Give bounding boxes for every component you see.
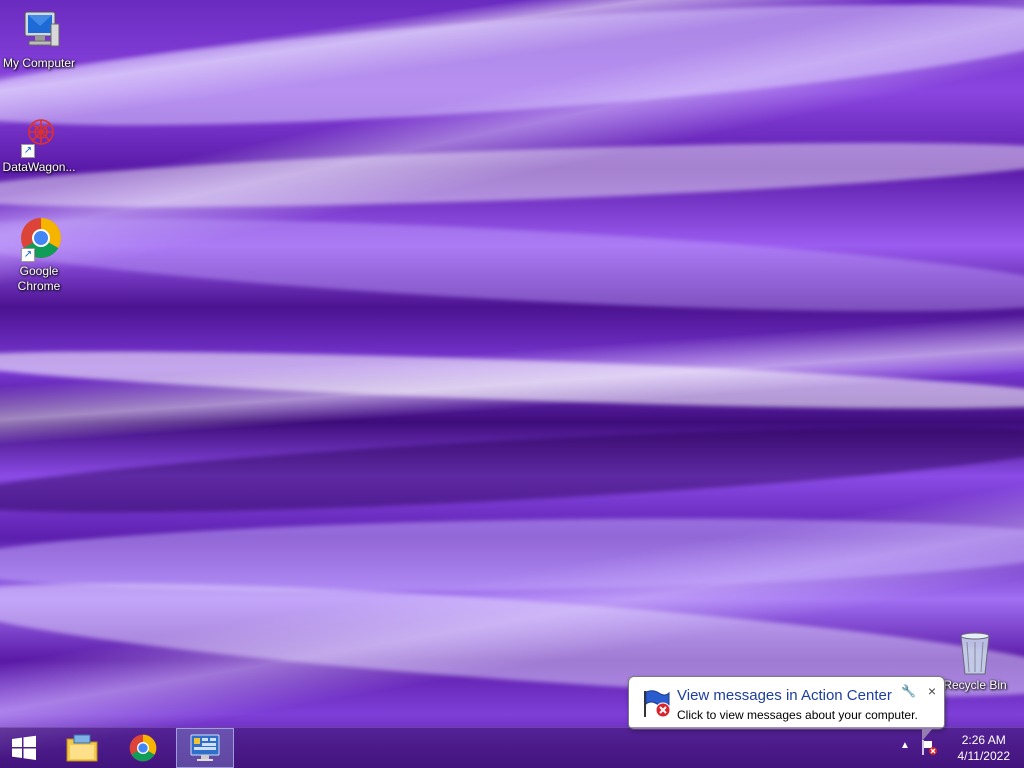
shortcut-arrow-icon: ↗	[21, 248, 35, 262]
clock-time: 2:26 AM	[961, 733, 1006, 747]
close-button[interactable]: ×	[928, 683, 936, 699]
server-manager-icon	[190, 734, 220, 761]
recycle-bin-icon	[951, 630, 999, 676]
notification-text: Click to view messages about your comput…	[677, 708, 918, 722]
chrome-icon	[129, 734, 157, 762]
desktop-icon-label: My Computer	[2, 56, 76, 70]
system-clock[interactable]: 2:26 AM 4/11/2022	[958, 732, 1011, 764]
shortcut-arrow-icon: ↗	[21, 144, 35, 158]
notification-title: View messages in Action Center	[677, 687, 892, 704]
action-center-tray-icon[interactable]	[920, 738, 938, 756]
datawagon-icon: ↗	[15, 112, 63, 158]
chrome-icon: ↗	[15, 216, 63, 262]
desktop-icon-label: DataWagon...	[2, 160, 76, 174]
windows-start-icon	[12, 735, 36, 760]
taskbar-chrome[interactable]	[115, 728, 171, 768]
computer-icon	[15, 8, 63, 54]
desktop-icon-datawagon[interactable]: ↗ DataWagon...	[1, 112, 77, 175]
taskbar: ▲ 2:26 AM 4/11/2022	[0, 727, 1024, 768]
action-center-flag-icon	[641, 687, 673, 719]
start-button[interactable]	[0, 728, 48, 768]
taskbar-file-explorer[interactable]	[54, 728, 110, 768]
desktop-icon-label: Google Chrome	[17, 264, 61, 293]
desktop-icon-google-chrome[interactable]: ↗ Google Chrome	[1, 216, 77, 294]
action-center-notification[interactable]: View messages in Action Center Click to …	[628, 676, 945, 730]
desktop-icon-label: Recycle Bin	[943, 678, 1007, 692]
desktop-icon-my-computer[interactable]: My Computer	[1, 8, 77, 71]
clock-date: 4/11/2022	[957, 749, 1011, 763]
taskbar-server-manager[interactable]	[176, 728, 234, 768]
settings-wrench-icon[interactable]: 🔧	[901, 684, 916, 698]
desktop-icon-recycle-bin[interactable]: Recycle Bin	[937, 630, 1013, 693]
desktop-wallpaper: My Computer ↗ DataWagon... ↗ Google Chro…	[0, 0, 1024, 768]
show-hidden-icons-button[interactable]: ▲	[900, 740, 910, 751]
file-explorer-icon	[66, 734, 98, 762]
